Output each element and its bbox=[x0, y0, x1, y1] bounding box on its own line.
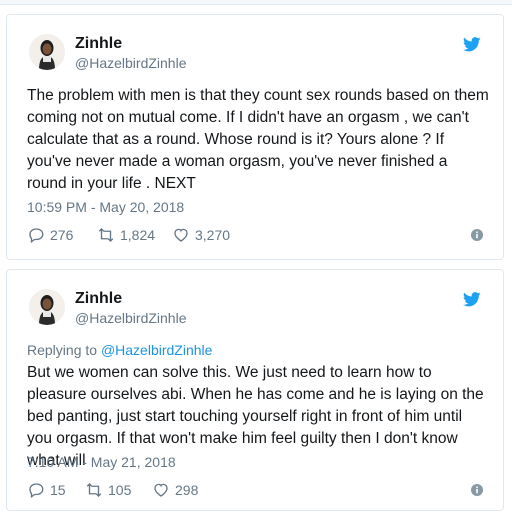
like-button[interactable]: 298 bbox=[152, 481, 198, 499]
tweet-text: The problem with men is that they count … bbox=[27, 87, 489, 192]
author-handle[interactable]: @HazelbirdZinhle bbox=[75, 55, 186, 71]
like-icon bbox=[174, 228, 188, 242]
reply-icon bbox=[29, 483, 44, 499]
retweet-button[interactable]: 1,824 bbox=[97, 226, 155, 244]
info-icon[interactable] bbox=[471, 484, 483, 496]
like-count: 3,270 bbox=[195, 227, 231, 243]
tweet-card: Zinhle @HazelbirdZinhle Replying to @Haz… bbox=[6, 269, 504, 511]
previous-card-edge bbox=[0, 0, 512, 5]
retweet-button[interactable]: 105 bbox=[85, 481, 131, 499]
retweet-count: 1,824 bbox=[120, 227, 156, 243]
retweet-count: 105 bbox=[108, 482, 132, 498]
replying-to: Replying to @HazelbirdZinhle bbox=[27, 342, 212, 358]
reply-count: 276 bbox=[50, 227, 74, 243]
avatar[interactable] bbox=[29, 289, 65, 325]
twitter-bird-icon[interactable] bbox=[463, 37, 481, 52]
tweet-timestamp[interactable]: 7:10 AM - May 21, 2018 bbox=[27, 454, 176, 470]
retweet-icon bbox=[98, 228, 114, 242]
replying-to-prefix: Replying to bbox=[27, 342, 98, 358]
retweet-icon bbox=[86, 483, 102, 497]
tweet-timestamp[interactable]: 10:59 PM - May 20, 2018 bbox=[27, 199, 184, 215]
avatar[interactable] bbox=[29, 34, 65, 70]
author-name[interactable]: Zinhle bbox=[75, 290, 122, 308]
replying-to-handle-link[interactable]: @HazelbirdZinhle bbox=[101, 342, 212, 358]
twitter-bird-icon[interactable] bbox=[463, 292, 481, 307]
info-icon[interactable] bbox=[471, 229, 483, 241]
author-handle[interactable]: @HazelbirdZinhle bbox=[75, 310, 186, 326]
tweet-card: Zinhle @HazelbirdZinhle The problem with… bbox=[6, 14, 504, 260]
author-name[interactable]: Zinhle bbox=[75, 35, 122, 53]
like-button[interactable]: 3,270 bbox=[172, 226, 230, 244]
reply-button[interactable]: 276 bbox=[27, 226, 73, 244]
tweet-actions: 276 1,824 3,270 bbox=[27, 226, 483, 246]
like-icon bbox=[154, 483, 168, 497]
reply-icon bbox=[29, 228, 44, 244]
tweet-actions: 15 105 298 bbox=[27, 481, 483, 501]
reply-count: 15 bbox=[50, 482, 66, 498]
reply-button[interactable]: 15 bbox=[27, 481, 66, 499]
like-count: 298 bbox=[175, 482, 199, 498]
